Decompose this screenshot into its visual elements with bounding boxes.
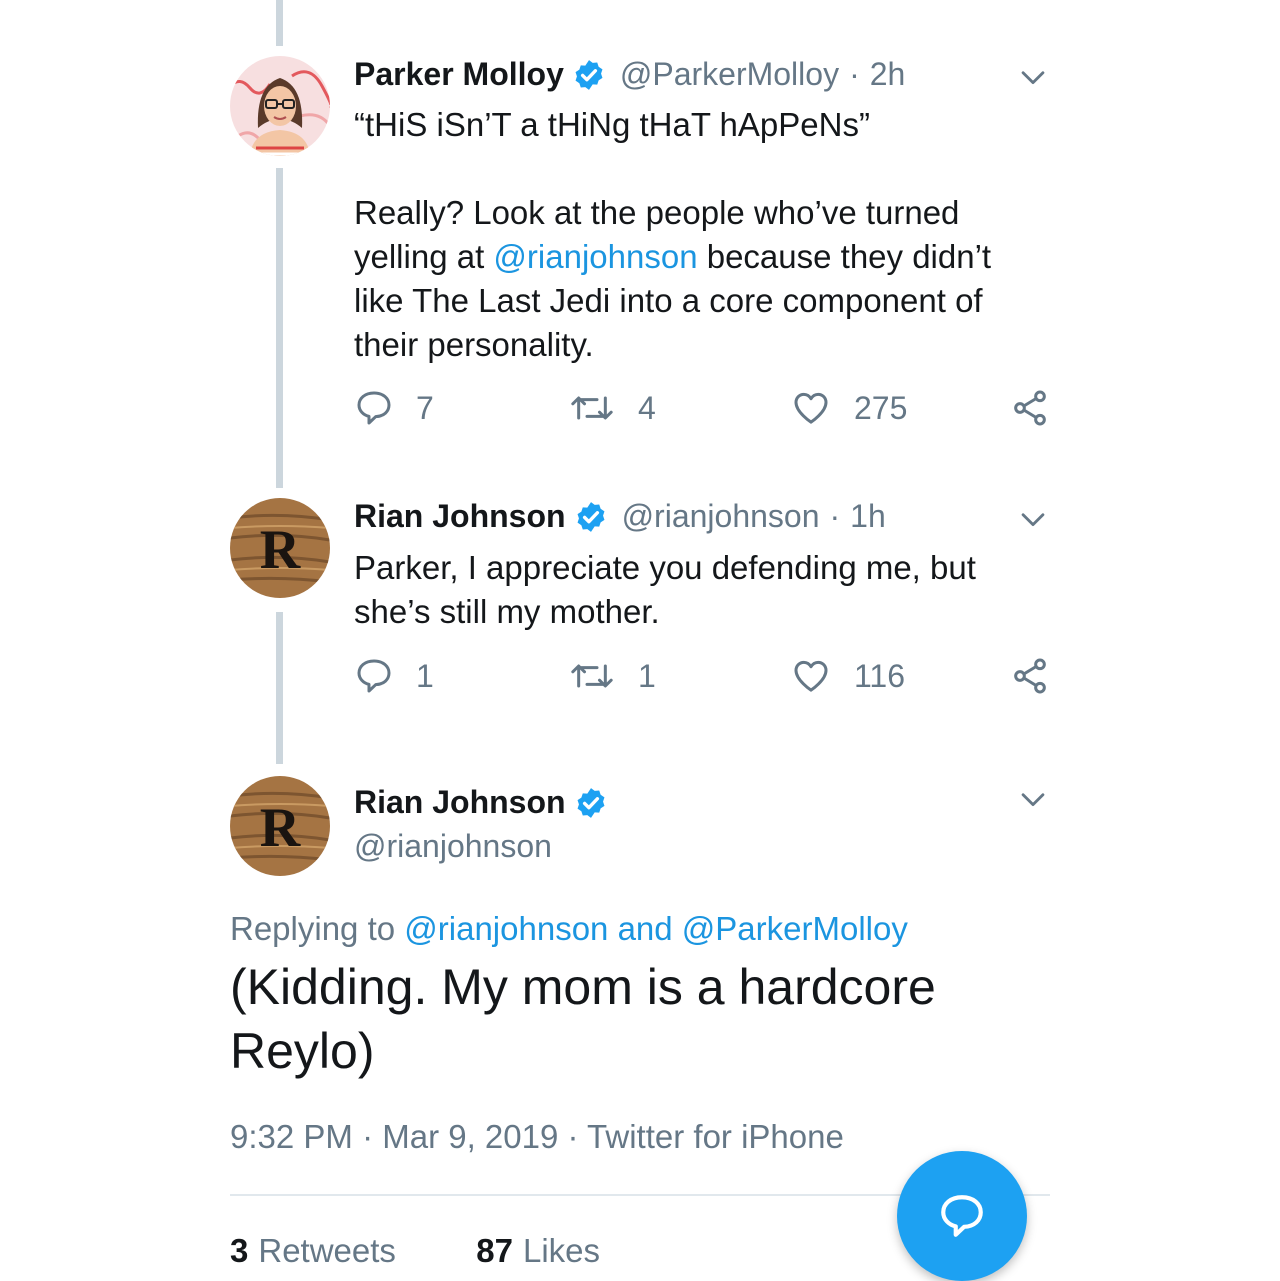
tweet-stats: 3 Retweets 87 Likes: [230, 1232, 600, 1270]
tweet-time[interactable]: 2h: [870, 56, 906, 93]
verified-badge-icon: [574, 786, 608, 820]
like-total: 87: [476, 1232, 513, 1269]
retweets-label: Retweets: [258, 1232, 396, 1269]
replying-to: Replying to @rianjohnson and @ParkerMoll…: [230, 910, 908, 948]
retweet-count: 4: [638, 389, 656, 426]
reply-icon: [357, 659, 391, 693]
heart-icon: [794, 392, 828, 424]
user-handle[interactable]: @rianjohnson: [354, 828, 552, 865]
focused-handle-row: @rianjohnson: [354, 828, 552, 865]
reply-count: 1: [416, 657, 434, 694]
replying-users-link[interactable]: @rianjohnson and @ParkerMolloy: [404, 910, 908, 947]
chevron-down-icon[interactable]: [1016, 782, 1050, 816]
thread-line-1: [276, 168, 283, 488]
tweet-1-header: Parker Molloy @ParkerMolloy · 2h: [354, 56, 905, 93]
reply-bubble-icon: [941, 1195, 983, 1237]
compose-reply-button[interactable]: [897, 1151, 1027, 1281]
tweet-2-header: Rian Johnson @rianjohnson · 1h: [354, 498, 886, 535]
retweet-icon: [571, 664, 613, 688]
reply-icon: [357, 391, 391, 425]
like-button[interactable]: 275: [790, 388, 907, 428]
retweet-button[interactable]: 4: [568, 388, 656, 428]
focused-name-row: Rian Johnson: [354, 784, 622, 821]
chevron-down-icon[interactable]: [1016, 60, 1050, 94]
chevron-down-icon[interactable]: [1016, 502, 1050, 536]
separator-dot: ·: [849, 56, 860, 92]
tweet-time[interactable]: 1h: [850, 498, 886, 535]
share-icon[interactable]: [1010, 656, 1050, 696]
focused-tweet-text: (Kidding. My mom is a hardcore Reylo): [230, 959, 936, 1079]
display-name[interactable]: Rian Johnson: [354, 498, 566, 535]
heart-icon: [794, 660, 828, 692]
mention-link[interactable]: @rianjohnson: [493, 238, 697, 275]
thread-line-top: [276, 0, 283, 46]
tweet-1-actions: 7 4 275: [354, 388, 1054, 432]
retweets-stat[interactable]: 3 Retweets: [230, 1232, 396, 1269]
replying-prefix: Replying to: [230, 910, 396, 947]
avatar-parker-molloy[interactable]: [230, 56, 330, 156]
tweet-1-text: “tHiS iSn’T a tHiNg tHaT hApPeNs” Really…: [354, 103, 1034, 367]
tweet-2-text: Parker, I appreciate you defending me, b…: [354, 549, 976, 630]
retweet-icon: [571, 396, 613, 420]
reply-button[interactable]: 7: [354, 388, 434, 428]
verified-badge-icon: [574, 500, 608, 534]
thread-line-2: [276, 612, 283, 764]
reply-count: 7: [416, 389, 434, 426]
user-handle[interactable]: @rianjohnson: [622, 498, 820, 535]
likes-label: Likes: [522, 1232, 601, 1269]
likes-stat[interactable]: 87 Likes: [476, 1232, 600, 1269]
user-handle[interactable]: @ParkerMolloy: [620, 56, 839, 93]
retweet-button[interactable]: 1: [568, 656, 656, 696]
tweet-text-quote: “tHiS iSn’T a tHiNg tHaT hApPeNs”: [354, 106, 870, 143]
reply-button[interactable]: 1: [354, 656, 434, 696]
retweet-total: 3: [230, 1232, 249, 1269]
display-name[interactable]: Parker Molloy: [354, 56, 564, 93]
avatar-rian-johnson-focused[interactable]: R: [230, 776, 330, 876]
like-count: 116: [854, 657, 906, 694]
display-name[interactable]: Rian Johnson: [354, 784, 566, 821]
like-button[interactable]: 116: [790, 656, 905, 696]
tweet-2-actions: 1 1 116: [354, 656, 1054, 700]
share-icon[interactable]: [1010, 388, 1050, 428]
svg-text:R: R: [260, 519, 301, 581]
avatar-rian-johnson[interactable]: R: [230, 498, 330, 598]
retweet-count: 1: [638, 657, 656, 694]
like-count: 275: [854, 389, 908, 426]
separator-dot: ·: [829, 498, 841, 534]
tweet-timestamp[interactable]: 9:32 PM · Mar 9, 2019 · Twitter for iPho…: [230, 1118, 844, 1156]
verified-badge-icon: [572, 58, 606, 92]
svg-text:R: R: [260, 797, 301, 859]
